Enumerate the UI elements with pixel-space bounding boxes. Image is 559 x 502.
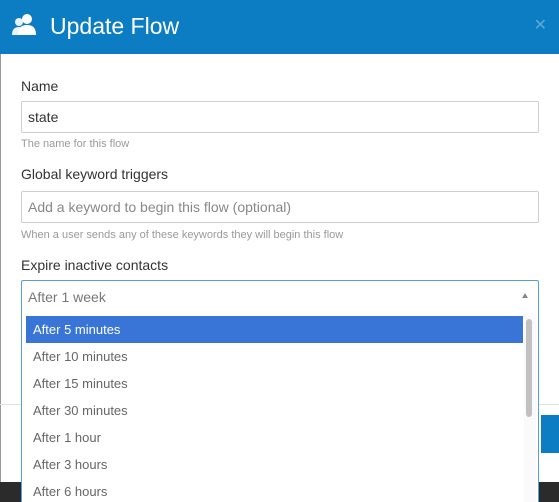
- name-input[interactable]: state: [21, 101, 539, 133]
- keywords-label: Global keyword triggers: [21, 166, 169, 182]
- users-icon: [12, 14, 36, 35]
- dropdown-scroll-thumb[interactable]: [526, 319, 532, 417]
- expire-selected-value: After 1 week: [28, 289, 106, 305]
- expire-select[interactable]: After 1 week: [21, 280, 539, 313]
- modal-header: Update Flow ✕: [0, 0, 559, 54]
- close-icon[interactable]: ✕: [534, 18, 547, 34]
- option-30-minutes[interactable]: After 30 minutes: [26, 397, 523, 424]
- footer-divider: [0, 404, 21, 405]
- name-help: The name for this flow: [21, 138, 130, 150]
- keywords-input[interactable]: Add a keyword to begin this flow (option…: [21, 191, 539, 223]
- modal-border: [0, 54, 1, 502]
- save-button[interactable]: [541, 415, 559, 453]
- option-6-hours[interactable]: After 6 hours: [26, 478, 523, 502]
- backdrop-right: [539, 482, 559, 502]
- name-label: Name: [21, 78, 59, 94]
- footer-divider-right: [539, 404, 559, 405]
- caret-up-icon: [522, 293, 528, 298]
- expire-dropdown[interactable]: After 5 minutes After 10 minutes After 1…: [21, 313, 539, 502]
- expire-label: Expire inactive contacts: [21, 257, 169, 273]
- modal-title: Update Flow: [50, 13, 180, 39]
- backdrop: [0, 482, 21, 502]
- option-10-minutes[interactable]: After 10 minutes: [26, 343, 523, 370]
- option-15-minutes[interactable]: After 15 minutes: [26, 370, 523, 397]
- keywords-help: When a user sends any of these keywords …: [21, 229, 344, 241]
- option-5-minutes[interactable]: After 5 minutes: [26, 316, 523, 343]
- option-1-hour[interactable]: After 1 hour: [26, 424, 523, 451]
- option-3-hours[interactable]: After 3 hours: [26, 451, 523, 478]
